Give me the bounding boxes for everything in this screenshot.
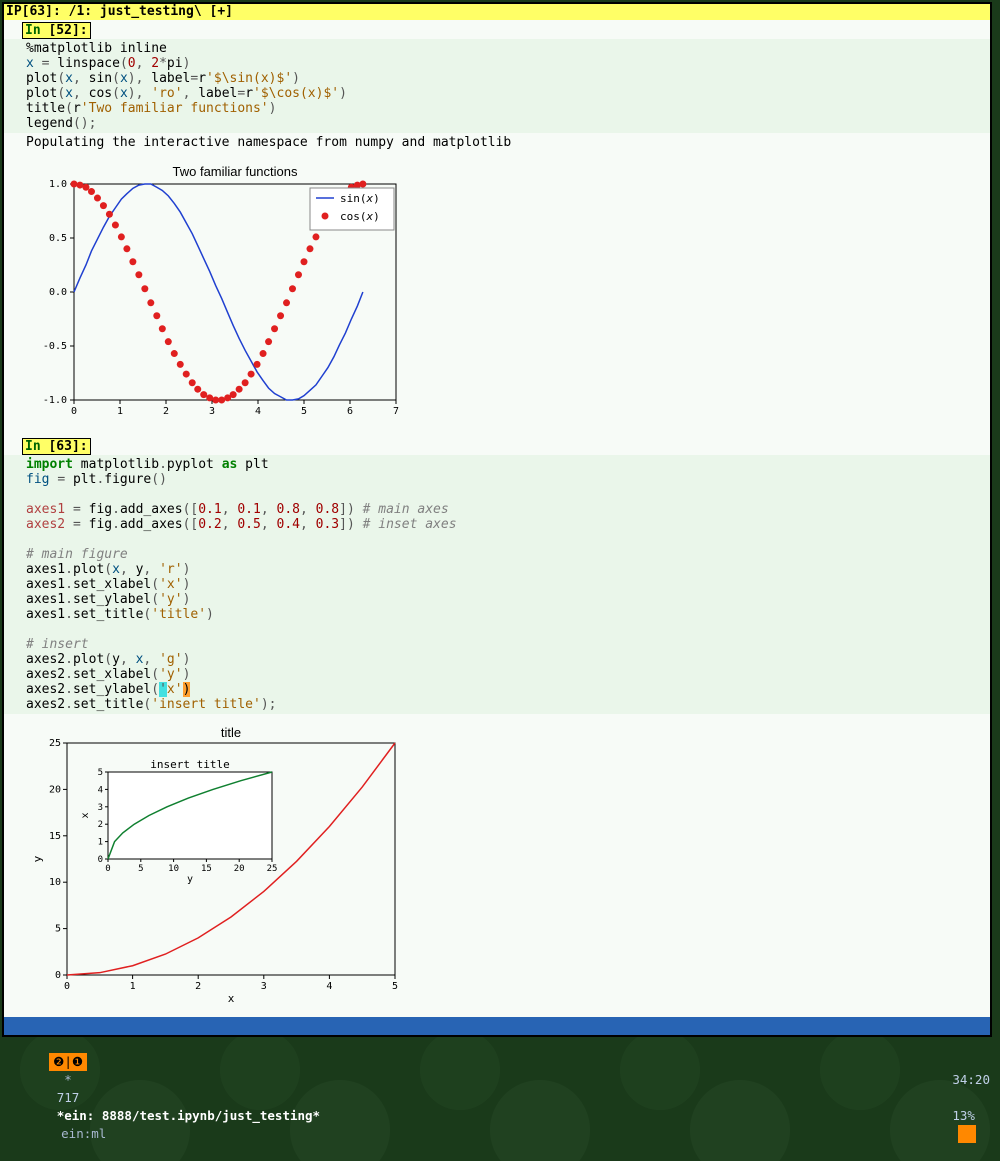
svg-text:-1.0: -1.0: [43, 395, 67, 406]
scroll-pct: 13%: [952, 1108, 975, 1123]
svg-text:0.0: 0.0: [49, 287, 67, 298]
svg-text:0: 0: [98, 855, 103, 865]
stdout-52: Populating the interactive namespace fro…: [4, 133, 990, 152]
svg-text:20: 20: [234, 864, 245, 874]
svg-text:5: 5: [392, 981, 398, 992]
svg-text:3: 3: [209, 406, 215, 417]
plot-output-52: Two familiar functions 0 1 2 3 4 5 6 7 -1.0 -0.5 0.…: [4, 152, 990, 436]
inset-axes-plot: title012345x0510152025yinsert title05101…: [26, 714, 436, 1004]
code-cell-52[interactable]: %matplotlib inline x = linspace(0, 2*pi)…: [4, 39, 990, 133]
buffer-name: *ein: 8888/test.ipynb/just_testing*: [57, 1108, 320, 1123]
svg-text:-0.5: -0.5: [43, 341, 67, 352]
cursor-pos: 34:20: [952, 1072, 990, 1087]
svg-text:1: 1: [130, 981, 136, 992]
svg-text:10: 10: [168, 864, 179, 874]
mode-line: ❷|❶ * 717 *ein: 8888/test.ipynb/just_tes…: [4, 1017, 990, 1035]
svg-text:7: 7: [393, 406, 399, 417]
svg-text:sin(x): sin(x): [340, 192, 380, 205]
code-cell-63[interactable]: import matplotlib.pyplot as plt fig = pl…: [4, 455, 990, 714]
svg-text:2: 2: [98, 820, 103, 830]
svg-text:20: 20: [49, 784, 61, 795]
svg-text:15: 15: [201, 864, 212, 874]
svg-text:0: 0: [71, 406, 77, 417]
svg-text:2: 2: [195, 981, 201, 992]
svg-text:25: 25: [49, 738, 61, 749]
svg-text:25: 25: [267, 864, 278, 874]
cell-prompt-63: In [63]:: [22, 438, 91, 455]
svg-text:0.5: 0.5: [49, 233, 67, 244]
svg-text:5: 5: [301, 406, 307, 417]
svg-text:3: 3: [98, 803, 103, 813]
major-mode: ein:ml: [49, 1126, 106, 1141]
svg-text:cos(x): cos(x): [340, 210, 380, 223]
svg-text:4: 4: [326, 981, 332, 992]
svg-text:2: 2: [163, 406, 169, 417]
svg-text:0: 0: [105, 864, 110, 874]
sine-cosine-plot: Two familiar functions 0 1 2 3 4 5 6 7 -1.0 -0.5 0.…: [26, 162, 406, 422]
svg-text:1: 1: [98, 838, 103, 848]
svg-text:y: y: [187, 874, 193, 885]
svg-text:0: 0: [55, 970, 61, 981]
svg-text:5: 5: [138, 864, 143, 874]
svg-text:x: x: [228, 992, 235, 1004]
svg-text:insert title: insert title: [150, 758, 229, 771]
svg-text:10: 10: [49, 877, 61, 888]
window-titlebar: IP[63]: /1: just_testing\ [+]: [4, 4, 990, 20]
svg-text:4: 4: [98, 785, 103, 795]
svg-text:1.0: 1.0: [49, 179, 67, 190]
svg-text:6: 6: [347, 406, 353, 417]
svg-text:5: 5: [98, 768, 103, 778]
svg-text:4: 4: [255, 406, 261, 417]
svg-text:1: 1: [117, 406, 123, 417]
svg-text:x: x: [80, 812, 91, 818]
svg-text:Two familiar functions: Two familiar functions: [173, 164, 298, 179]
buffer-content[interactable]: In [52]: %matplotlib inline x = linspace…: [4, 20, 990, 1017]
plot-output-63: title012345x0510152025yinsert title05101…: [4, 714, 990, 1017]
workspace-indicator: ❷|❶: [49, 1053, 87, 1071]
svg-text:5: 5: [55, 924, 61, 935]
cell-prompt-52: In [52]:: [22, 22, 91, 39]
svg-text:title: title: [221, 725, 241, 740]
editor-window: IP[63]: /1: just_testing\ [+] In [52]: %…: [2, 2, 992, 1037]
svg-text:3: 3: [261, 981, 267, 992]
svg-text:0: 0: [64, 981, 70, 992]
svg-text:y: y: [31, 855, 44, 862]
svg-text:15: 15: [49, 831, 61, 842]
